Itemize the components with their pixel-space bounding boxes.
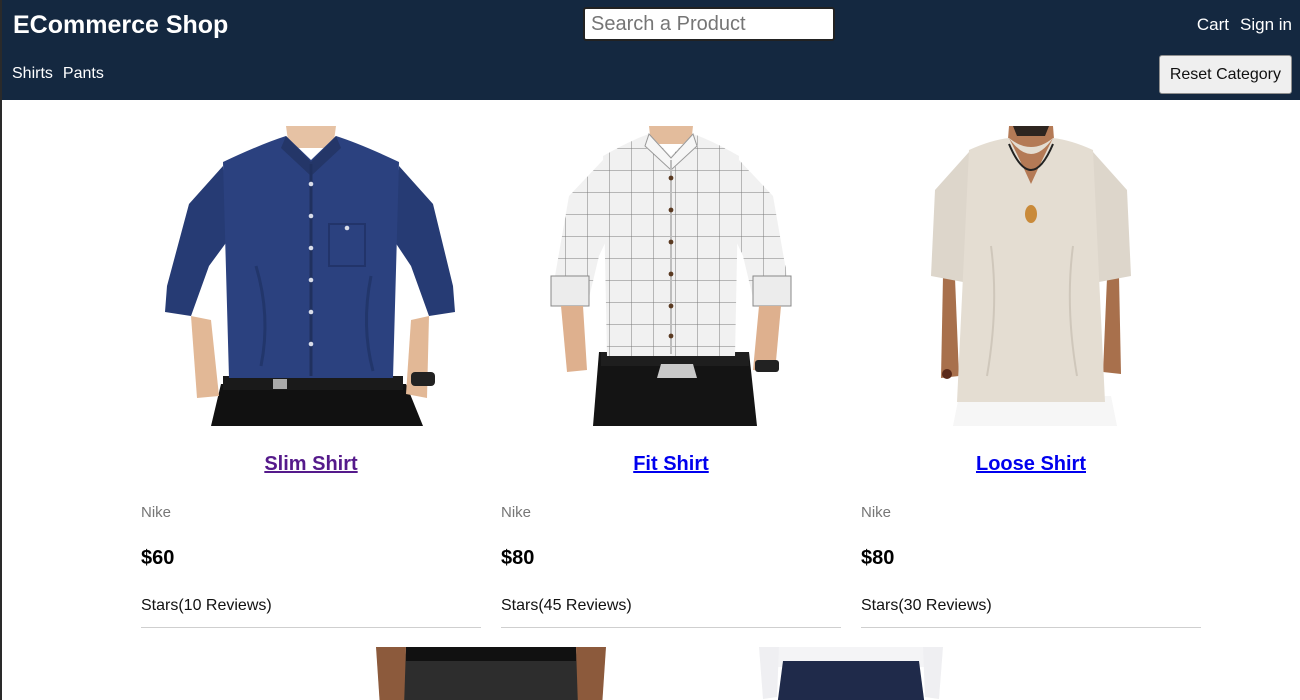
product-title-link[interactable]: Loose Shirt: [861, 451, 1201, 477]
category-nav: Shirts Pants: [12, 64, 104, 84]
product-rating: Stars(30 Reviews): [861, 597, 992, 614]
cart-link[interactable]: Cart: [1197, 14, 1229, 36]
navy-pants-photo[interactable]: [739, 647, 963, 700]
product-card: Fit Shirt Nike $80 Stars(45 Reviews): [501, 126, 841, 628]
app-window: ECommerce Shop Cart Sign in Shirts Pants…: [0, 0, 1300, 700]
product-brand: Nike: [141, 504, 172, 521]
product-brand: Nike: [501, 504, 532, 521]
product-price: $60: [141, 547, 175, 569]
account-links: Cart Sign in: [1197, 14, 1292, 36]
product-title-link[interactable]: Fit Shirt: [501, 451, 841, 477]
reset-category-button[interactable]: Reset Category: [1158, 55, 1292, 94]
product-grid: Slim Shirt Nike $60 Stars(10 Reviews) Fi…: [141, 126, 1201, 628]
product-price: $80: [501, 547, 535, 569]
product-row-partial: [2, 647, 1300, 700]
product-brand: Nike: [861, 504, 892, 521]
product-title-link[interactable]: Slim Shirt: [141, 451, 481, 477]
dark-pants-photo[interactable]: [366, 647, 616, 700]
top-navbar: ECommerce Shop Cart Sign in Shirts Pants…: [2, 0, 1300, 100]
linen-shirt-photo[interactable]: [881, 126, 1181, 426]
product-card: Slim Shirt Nike $60 Stars(10 Reviews): [141, 126, 481, 628]
search-input[interactable]: [583, 7, 835, 41]
signin-link[interactable]: Sign in: [1240, 14, 1292, 36]
product-rating: Stars(45 Reviews): [501, 597, 632, 614]
plaid-shirt-photo[interactable]: [521, 126, 821, 426]
category-link-shirts[interactable]: Shirts: [12, 64, 53, 84]
product-card: Loose Shirt Nike $80 Stars(30 Reviews): [861, 126, 1201, 628]
category-link-pants[interactable]: Pants: [63, 64, 104, 84]
site-logo[interactable]: ECommerce Shop: [13, 9, 228, 41]
product-price: $80: [861, 547, 895, 569]
navy-shirt-photo[interactable]: [161, 126, 461, 426]
product-rating: Stars(10 Reviews): [141, 597, 272, 614]
